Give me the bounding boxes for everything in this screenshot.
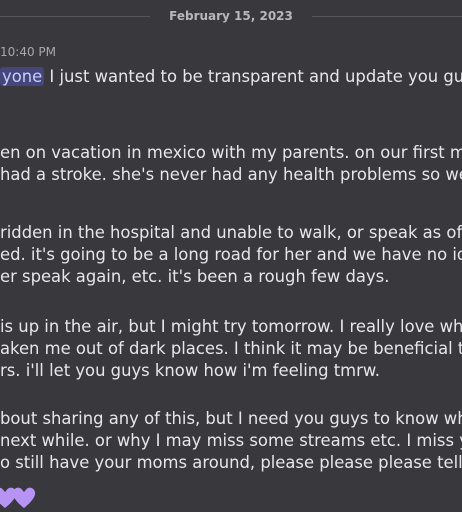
message-line-1-text: I just wanted to be transparent and upda… [49,67,462,86]
user-mention[interactable]: yone [0,67,45,86]
message-line-11: next while. or why I may miss some strea… [0,431,462,450]
message-timestamp: 10:40 PM [0,45,56,59]
divider-date: February 15, 2023 [169,9,293,23]
message-line-12: o still have your moms around, please pl… [0,453,462,472]
purple-hearts-emoji [0,486,40,510]
message-line-2: en on vacation in mexico with my parents… [0,143,462,162]
message-line-6: er speak again, etc. it's been a rough f… [0,267,390,286]
message-line-4: ridden in the hospital and unable to wal… [0,223,462,242]
purple-heart-icon [12,487,36,508]
chat-message-view: February 15, 2023 10:40 PM yone I just w… [0,0,462,512]
message-line-3: had a stroke. she's never had any health… [0,165,462,184]
message-line-7: is up in the air, but I might try tomorr… [0,317,462,336]
divider-line-left [0,16,150,17]
message-line-5: ed. it's going to be a long road for her… [0,245,462,264]
message-line-10: bout sharing any of this, but I need you… [0,409,462,428]
message-line-8: aken me out of dark places. I think it m… [0,339,462,358]
message-line-9: rs. i'll let you guys know how i'm feeli… [0,361,381,380]
divider-line-right [312,16,462,17]
message-line-1: yone I just wanted to be transparent and… [0,66,462,88]
date-divider: February 15, 2023 [0,9,462,23]
